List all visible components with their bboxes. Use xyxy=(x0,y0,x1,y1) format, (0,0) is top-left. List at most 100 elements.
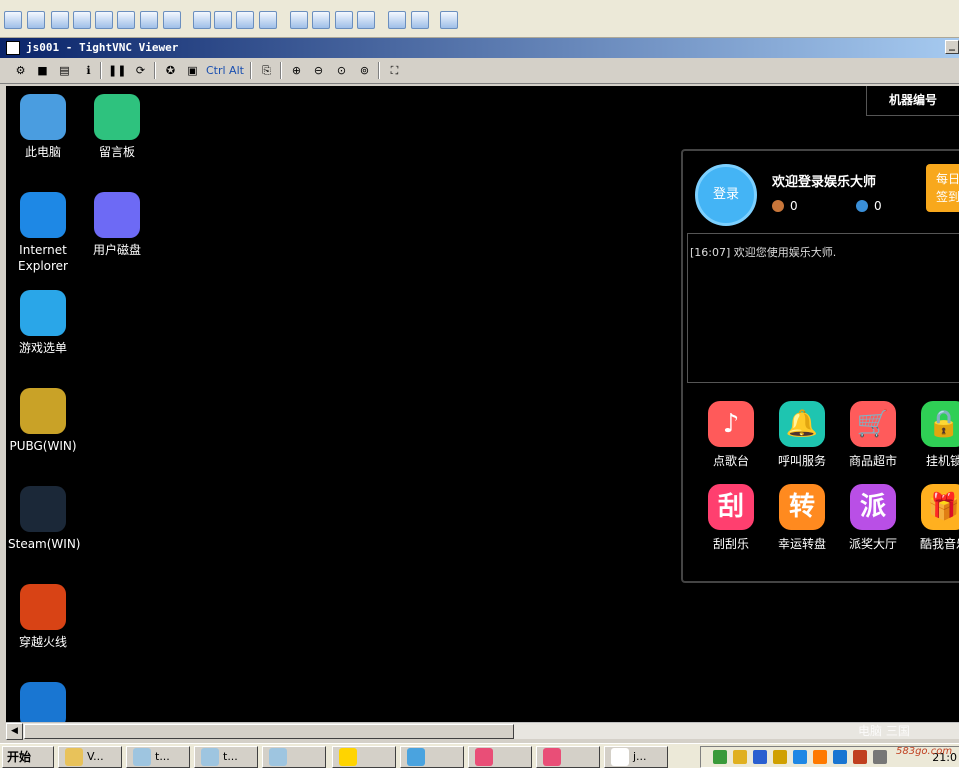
screen-icon[interactable] xyxy=(27,11,45,29)
scroll-left-icon[interactable]: ◀ xyxy=(6,723,23,740)
taskbar-button[interactable]: V... xyxy=(58,746,122,768)
clipboard-icon[interactable]: ⎘ xyxy=(258,62,275,79)
checkin-line1: 每日 xyxy=(936,172,959,186)
taskbar: 开始 V... t... t... j... 21:0 xyxy=(0,743,959,768)
tray-icon[interactable] xyxy=(853,750,867,764)
task-label: V... xyxy=(87,750,104,763)
monitor-icon[interactable] xyxy=(290,11,308,29)
close-icon[interactable] xyxy=(440,11,458,29)
task-label: t... xyxy=(223,750,238,763)
zoom-in-icon[interactable]: ⊕ xyxy=(288,62,305,79)
tools-icon[interactable] xyxy=(411,11,429,29)
connection-options-icon[interactable]: ⚙ xyxy=(12,62,29,79)
pause-icon[interactable]: ❚❚ xyxy=(108,62,126,79)
alt-key[interactable]: Alt xyxy=(228,62,245,79)
desktop-icon[interactable]: 此电脑 xyxy=(8,94,78,160)
task-label: t... xyxy=(155,750,170,763)
taskbar-button[interactable] xyxy=(262,746,326,768)
taskbar-button[interactable]: t... xyxy=(126,746,190,768)
clock-icon[interactable] xyxy=(95,11,113,29)
coin-balance: 0 xyxy=(772,199,798,213)
tray-icon[interactable] xyxy=(773,750,787,764)
hand-icon[interactable] xyxy=(193,11,211,29)
app-label: 商品超市 xyxy=(848,454,897,468)
desktop-icon-label: 留言板 xyxy=(98,145,135,159)
tray-icon[interactable] xyxy=(793,750,807,764)
zoom-100-icon[interactable]: ⊙ xyxy=(333,62,350,79)
image-icon[interactable] xyxy=(51,11,69,29)
task-app-icon xyxy=(475,748,493,766)
steam-icon xyxy=(20,486,66,532)
user-disk-icon xyxy=(94,192,140,238)
tray-icon[interactable] xyxy=(713,750,727,764)
app-tile[interactable]: 🔔 呼叫服务 xyxy=(768,401,836,469)
desktop-icon[interactable]: Internet Explorer xyxy=(8,192,78,274)
fullscreen-icon[interactable]: ⛶ xyxy=(386,62,403,79)
login-button[interactable]: 登录 xyxy=(695,164,757,226)
fit-icon[interactable] xyxy=(357,11,375,29)
minimize-button[interactable]: _ xyxy=(945,40,959,54)
desktop-icon[interactable]: 用户磁盘 xyxy=(82,192,152,258)
pubg-icon xyxy=(20,388,66,434)
info-icon[interactable]: ▤ xyxy=(56,62,73,79)
ctrl-alt-del-icon[interactable]: ▣ xyxy=(184,62,201,79)
message-icon[interactable] xyxy=(163,11,181,29)
refresh-icon[interactable]: ⟳ xyxy=(132,62,149,79)
window-title: js001 - TightVNC Viewer xyxy=(26,41,179,54)
zoom-out-icon[interactable]: ⊖ xyxy=(310,62,327,79)
app-tile[interactable]: ♪ 点歌台 xyxy=(697,401,765,469)
app-tile[interactable]: 派派奖大厅 xyxy=(839,484,907,552)
vnc-window: js001 - TightVNC Viewer _ ⚙ ■ ▤ ℹ ❚❚ ⟳ ✪ ▣ Ctrl A… xyxy=(0,38,959,743)
ctrl-key[interactable]: Ctrl xyxy=(206,62,226,79)
save-icon[interactable]: ■ xyxy=(34,62,51,79)
outer-toolbar xyxy=(0,0,959,38)
chat-icon[interactable] xyxy=(117,11,135,29)
display-icon[interactable] xyxy=(335,11,353,29)
copy-icon[interactable] xyxy=(388,11,406,29)
tray-icon[interactable] xyxy=(733,750,747,764)
taskbar-button[interactable] xyxy=(332,746,396,768)
lock-icon[interactable] xyxy=(259,11,277,29)
checkin-line2: 签到 xyxy=(936,190,959,204)
app-tile[interactable]: 🎁 酷我音乐 xyxy=(910,484,959,552)
desktop-icon[interactable]: 留言板 xyxy=(82,94,152,160)
desktop-icon[interactable]: PUBG(WIN) xyxy=(8,388,78,454)
daily-checkin-button[interactable]: 每日 签到 xyxy=(926,164,959,212)
remote-desktop[interactable]: 此电脑 留言板 Internet Explorer 用户磁盘 游戏选单 PUBG(WIN)… xyxy=(6,86,959,722)
app-tile[interactable]: 🛒 商品超市 xyxy=(839,401,907,469)
points-value: 0 xyxy=(874,199,882,213)
desktop-icon[interactable]: 游戏选单 xyxy=(8,290,78,356)
desktop-icon[interactable]: Steam(WIN) xyxy=(8,486,81,552)
special-keys-icon[interactable]: ✪ xyxy=(162,62,179,79)
window-icon[interactable] xyxy=(4,11,22,29)
properties-icon[interactable]: ℹ xyxy=(80,62,97,79)
task-app-icon xyxy=(133,748,151,766)
phone-icon[interactable] xyxy=(140,11,158,29)
group-icon[interactable] xyxy=(214,11,232,29)
tray-icon[interactable] xyxy=(813,750,827,764)
app-label: 呼叫服务 xyxy=(777,454,826,468)
start-button[interactable]: 开始 xyxy=(2,746,54,768)
desktop-icon[interactable] xyxy=(8,682,78,722)
toolbar-separator xyxy=(250,62,252,79)
taskbar-button[interactable] xyxy=(468,746,532,768)
zoom-auto-icon[interactable]: ⊚ xyxy=(356,62,373,79)
app-label: 幸运转盘 xyxy=(777,537,826,551)
arrows-icon[interactable] xyxy=(73,11,91,29)
horizontal-scrollbar[interactable]: ◀ xyxy=(6,722,959,740)
tray-icon[interactable] xyxy=(833,750,847,764)
tray-icon[interactable] xyxy=(873,750,887,764)
app-tile[interactable]: 刮刮刮乐 xyxy=(697,484,765,552)
app-tile[interactable]: 转幸运转盘 xyxy=(768,484,836,552)
taskbar-button[interactable]: j... xyxy=(604,746,668,768)
fullscreen-icon[interactable] xyxy=(312,11,330,29)
desktop-icon-label: 此电脑 xyxy=(24,145,61,159)
lock-icon[interactable] xyxy=(236,11,254,29)
taskbar-button[interactable]: t... xyxy=(194,746,258,768)
app-tile[interactable]: 🔒 挂机锁 xyxy=(910,401,959,469)
scroll-thumb[interactable] xyxy=(24,724,514,739)
tray-icon[interactable] xyxy=(753,750,767,764)
taskbar-button[interactable] xyxy=(400,746,464,768)
taskbar-button[interactable] xyxy=(536,746,600,768)
desktop-icon[interactable]: 穿越火线 xyxy=(8,584,78,650)
